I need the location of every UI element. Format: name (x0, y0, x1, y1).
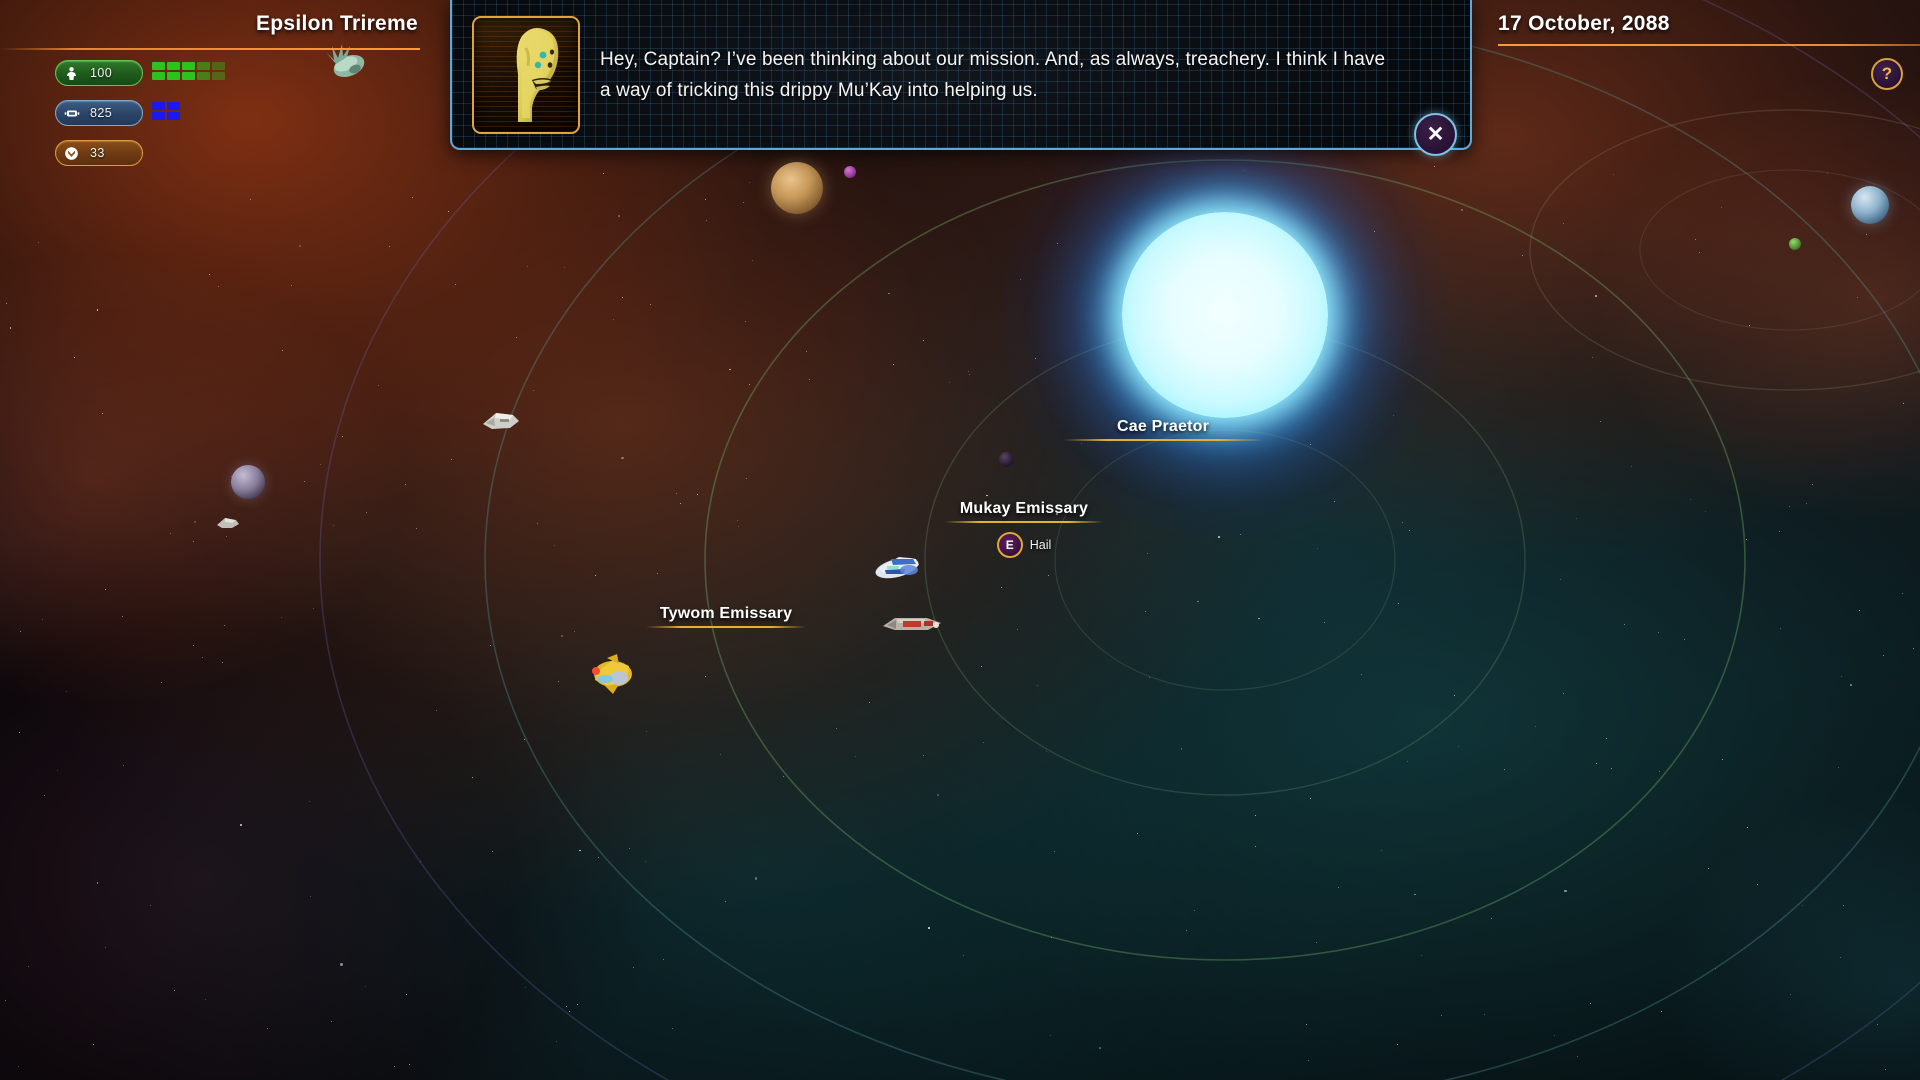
date-hud: 17 October, 2088 ? (1450, 0, 1920, 110)
ship-red-frigate[interactable] (881, 608, 945, 640)
map-label-name: Cae Praetor (1116, 418, 1210, 435)
planet-green-small[interactable] (1789, 238, 1801, 250)
resource-pip (212, 72, 225, 80)
dialog-panel: Hey, Captain? I’ve been thinking about o… (450, 0, 1472, 150)
ship-grey-cruiser[interactable] (480, 404, 522, 438)
resource-pip (167, 62, 180, 70)
resource-pip (197, 72, 210, 80)
crew-value: 100 (90, 66, 113, 80)
resource-bar-crew[interactable]: 100 (55, 60, 143, 86)
resource-bar-fuel[interactable]: 825 (55, 100, 143, 126)
hail-action[interactable]: E Hail (944, 532, 1104, 558)
energy-icon (62, 144, 81, 163)
fuel-value: 825 (90, 106, 113, 120)
resource-bar-energy[interactable]: 33 (55, 140, 143, 166)
resource-pip (152, 102, 165, 110)
planet-grey-left[interactable] (231, 465, 265, 499)
ship-status-hud: Epsilon Trireme 100 825 33 (0, 0, 430, 180)
hud-divider-right (1498, 44, 1920, 46)
resource-pip (152, 72, 165, 80)
map-label-underline (1063, 439, 1263, 441)
map-label-name: Mukay Emissary (959, 500, 1089, 517)
dialog-text: Hey, Captain? I’ve been thinking about o… (600, 49, 1386, 101)
resource-pip (182, 62, 195, 70)
speaker-portrait (472, 16, 580, 134)
star-core (1122, 212, 1328, 418)
hail-label: Hail (1029, 538, 1052, 552)
map-label-tywom-emissary[interactable]: Tywom Emissary (646, 605, 806, 628)
resource-pip (152, 112, 165, 120)
planet-violet[interactable] (844, 166, 856, 178)
resource-pip (212, 62, 225, 70)
energy-value: 33 (90, 146, 105, 160)
map-label-cae-praetor[interactable]: Cae Praetor (1063, 418, 1263, 441)
star-cae-praetor[interactable] (1002, 92, 1448, 538)
resource-pip (152, 62, 165, 70)
resource-pip (197, 62, 210, 70)
hail-key-badge[interactable]: E (996, 532, 1023, 558)
hud-divider-left (0, 48, 420, 50)
ship-mukay-emissary[interactable] (871, 546, 923, 584)
map-label-underline (646, 626, 806, 628)
map-label-mukay-emissary[interactable]: Mukay Emissary E Hail (944, 500, 1104, 558)
planet-dark-small[interactable] (999, 452, 1014, 467)
crew-icon (62, 64, 81, 83)
resource-pip (167, 72, 180, 80)
ship-name-title: Epsilon Trireme (255, 12, 418, 35)
ship-small-probe[interactable] (215, 513, 241, 533)
map-label-name: Tywom Emissary (659, 605, 793, 622)
ship-tywom-emissary[interactable] (583, 650, 643, 698)
resource-pip (182, 72, 195, 80)
resource-pip (167, 112, 180, 120)
fuel-pips (152, 102, 180, 120)
help-icon[interactable]: ? (1871, 58, 1903, 90)
resource-pip (167, 102, 180, 110)
close-icon[interactable]: ✕ (1414, 113, 1457, 156)
map-label-underline (944, 521, 1104, 523)
planet-gasgiant[interactable] (771, 162, 823, 214)
game-date: 17 October, 2088 (1498, 12, 1670, 35)
crew-pips (152, 62, 225, 80)
planet-blue-right[interactable] (1851, 186, 1889, 224)
fuel-icon (62, 104, 81, 123)
game-screen: Cae Praetor Mukay Emissary E Hail Tywom … (0, 0, 1920, 1080)
